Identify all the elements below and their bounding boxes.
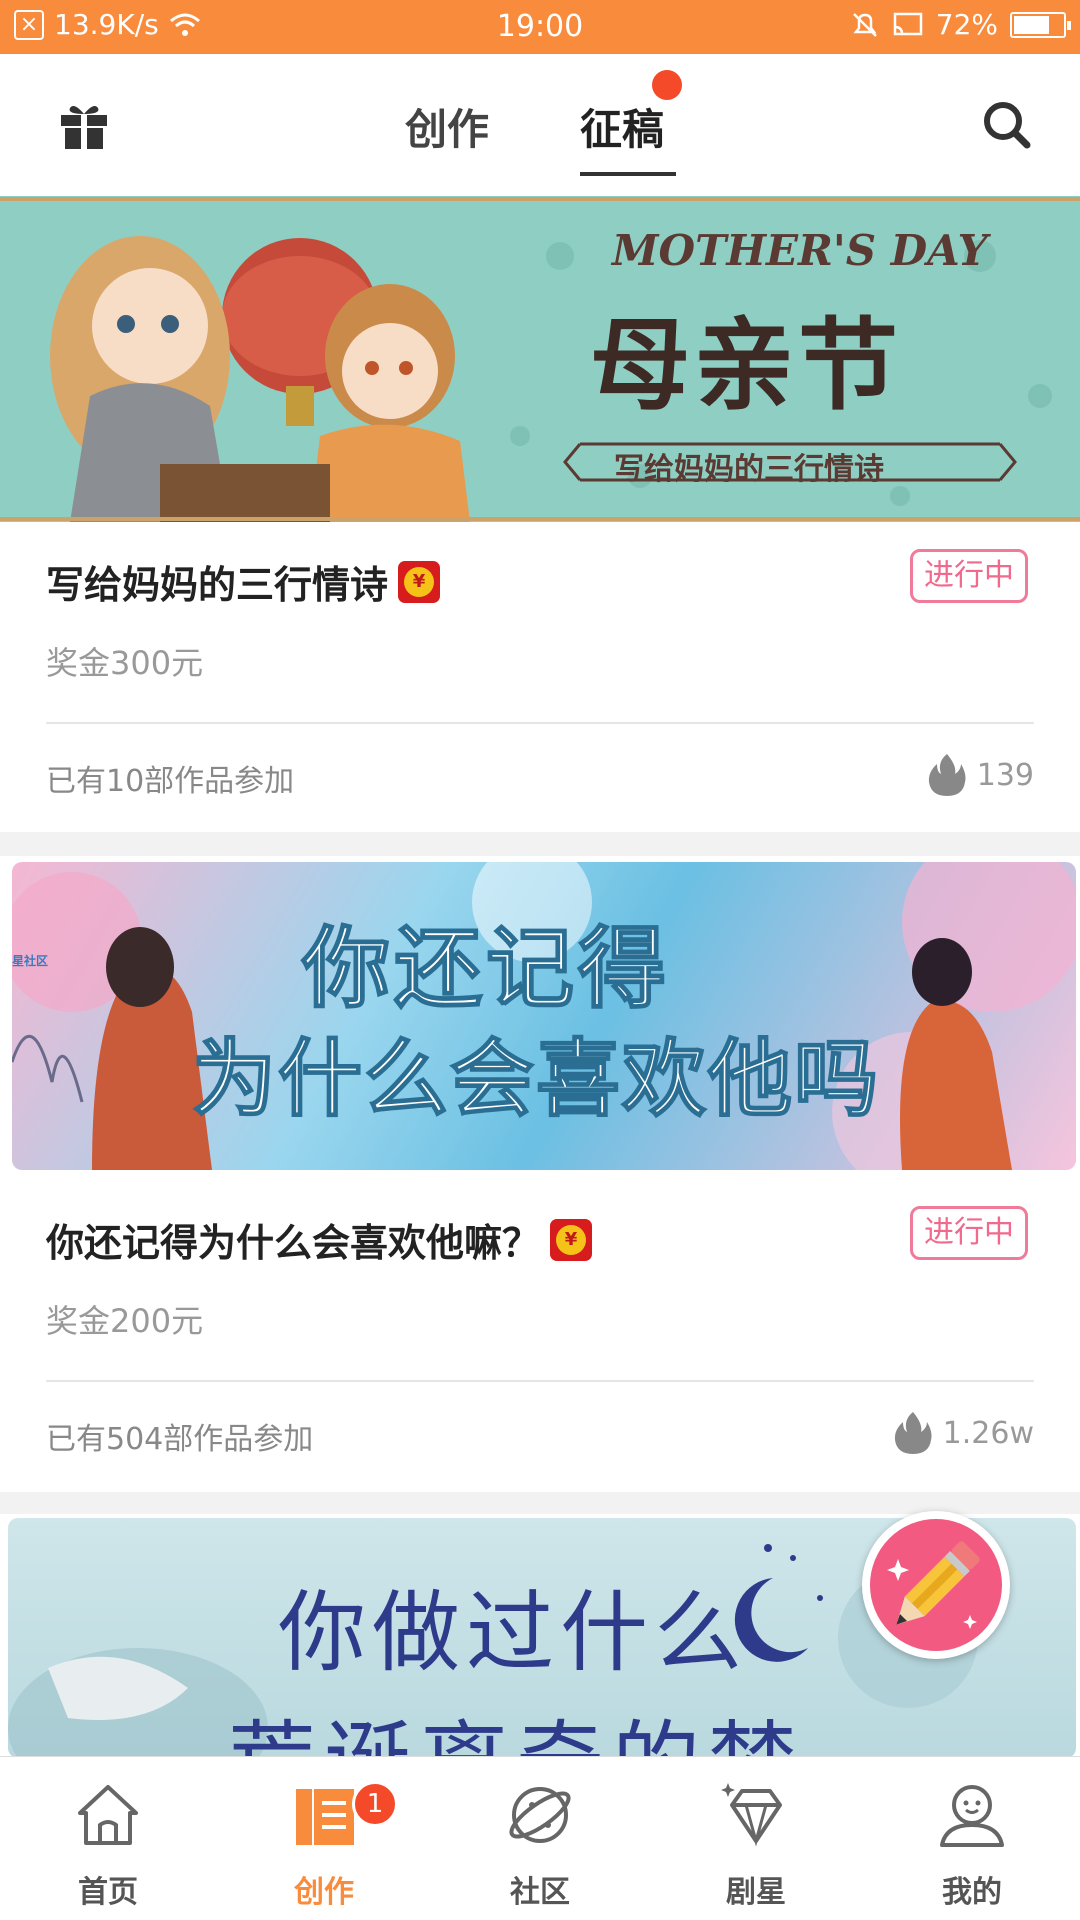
contest-banner[interactable]: 你还记得 为什么会喜欢他吗 流星社区 [12, 862, 1076, 1170]
battery-percent: 72% [935, 8, 998, 41]
banner-subtitle: 写给妈妈的三行情诗 [614, 452, 884, 487]
status-right: 72% [850, 8, 1071, 41]
card-title-row: 你还记得为什么会喜欢他嘛？ [46, 1212, 593, 1267]
banner-main-title: 母亲节 [590, 307, 902, 424]
flame-icon [928, 754, 966, 796]
cast-icon [893, 12, 923, 35]
contest-card[interactable]: MOTHER'S DAY 母亲节 写给妈妈的三行情诗 写给妈妈的三行情诗 进行中… [0, 196, 1080, 832]
prize-text: 奖金300元 [46, 644, 204, 682]
planet-icon [509, 1787, 571, 1843]
heat-value: 139 [976, 757, 1034, 793]
prize-text: 奖金200元 [46, 1302, 204, 1340]
person-icon [940, 1785, 1004, 1847]
tab-notification-dot [652, 70, 682, 100]
banner-en-title: MOTHER'S DAY [612, 226, 988, 275]
nav-label: 首页 [78, 1875, 138, 1910]
contest-title[interactable]: 写给妈妈的三行情诗 [46, 554, 388, 609]
status-bar: × 13.9K/s 19:00 72% [0, 0, 1080, 54]
bottom-nav: 首页 1 创作 社区 剧星 我的 [0, 1756, 1080, 1920]
divider [46, 722, 1034, 724]
bell-muted-icon [852, 12, 877, 37]
red-packet-icon [550, 1218, 593, 1261]
flame-icon [894, 1412, 932, 1454]
battery-icon [1010, 11, 1071, 38]
heat-count: 139 [927, 752, 1034, 798]
gift-button[interactable] [58, 100, 110, 152]
banner-watermark: 流星社区 [12, 954, 49, 968]
banner-line1: 你做过什么 [278, 1581, 749, 1684]
contest-banner[interactable]: MOTHER'S DAY 母亲节 写给妈妈的三行情诗 [0, 196, 1080, 522]
nav-item-create[interactable]: 1 创作 [216, 1757, 432, 1920]
participants-text: 已有10部作品参加 [46, 764, 295, 799]
nav-item-me[interactable]: 我的 [864, 1757, 1080, 1920]
red-packet-icon [398, 560, 441, 603]
search-button[interactable] [980, 98, 1032, 150]
tab-underline [580, 172, 676, 176]
nav-item-community[interactable]: 社区 [432, 1757, 648, 1920]
nav-item-home[interactable]: 首页 [0, 1757, 216, 1920]
tab-create[interactable]: 创作 [405, 96, 489, 157]
status-badge: 进行中 [910, 1206, 1028, 1260]
participants-text: 已有504部作品参加 [46, 1422, 314, 1457]
diamond-icon [721, 1783, 782, 1847]
battery-level [1014, 15, 1049, 34]
book-icon [296, 1789, 354, 1845]
contest-card[interactable]: 你还记得 为什么会喜欢他吗 流星社区 你还记得为什么会喜欢他嘛？ 进行中 奖金2… [0, 856, 1080, 1492]
banner-line1: 你还记得 [301, 916, 671, 1021]
heat-value: 1.26w [942, 1415, 1034, 1451]
banner-line2: 荒诞离奇的梦 [228, 1692, 804, 1756]
nav-item-drama[interactable]: 剧星 [648, 1757, 864, 1920]
search-icon [984, 102, 1031, 149]
gift-icon [61, 106, 107, 149]
nav-badge: 1 [352, 1781, 398, 1827]
divider [46, 1380, 1034, 1382]
create-post-button[interactable] [862, 1511, 1010, 1659]
nav-label: 社区 [510, 1875, 570, 1910]
home-icon [78, 1785, 138, 1845]
pencil-icon [887, 1541, 980, 1629]
card-title-row: 写给妈妈的三行情诗 [46, 554, 441, 609]
contest-title[interactable]: 你还记得为什么会喜欢他嘛？ [46, 1212, 540, 1267]
nav-label: 创作 [294, 1875, 354, 1910]
nav-label: 剧星 [726, 1875, 786, 1910]
heat-count: 1.26w [893, 1410, 1034, 1456]
banner-line2: 为什么会喜欢他吗 [191, 1029, 881, 1129]
tab-contest[interactable]: 征稿 [580, 96, 664, 157]
status-badge: 进行中 [910, 549, 1028, 603]
nav-label: 我的 [942, 1875, 1002, 1910]
top-nav: 创作 征稿 [0, 54, 1080, 196]
